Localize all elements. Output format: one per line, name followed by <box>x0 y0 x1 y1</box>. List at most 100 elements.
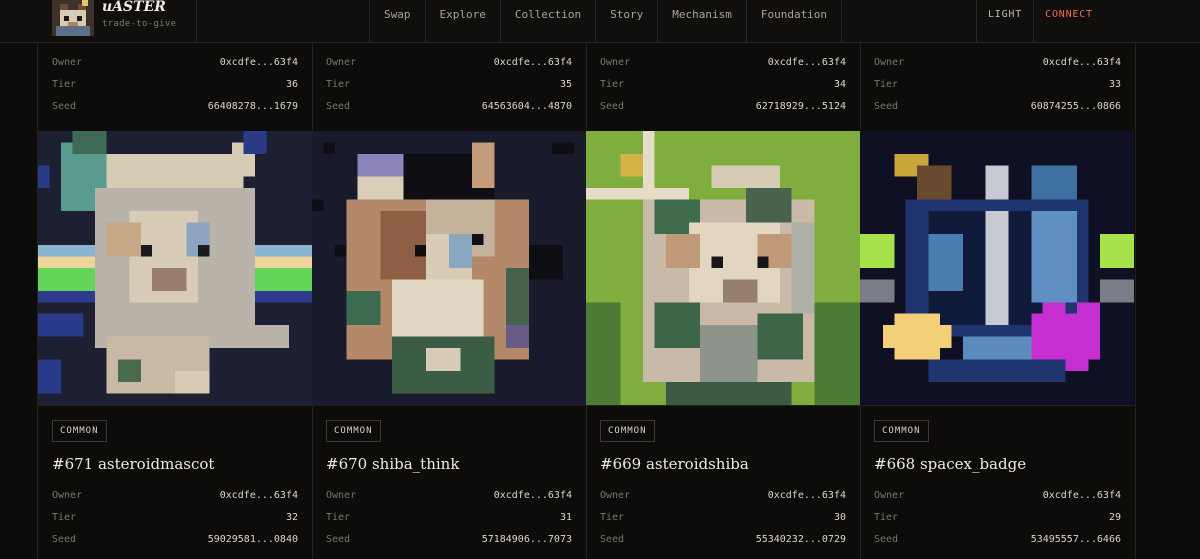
nft-card[interactable]: Owner 0xcdfe...63f4 Tier 36 Seed 66408278..… <box>38 42 313 559</box>
owner-row: Owner 0xcdfe...63f4 <box>52 490 298 506</box>
card-divider <box>38 405 312 406</box>
nav-mechanism[interactable]: Mechanism <box>657 0 746 42</box>
prev-seed-row: Seed 60874255...0866 <box>874 101 1121 117</box>
nft-title[interactable]: #671 asteroidmascot <box>52 455 214 473</box>
owner-label: Owner <box>874 57 905 68</box>
prev-owner-row: Owner 0xcdfe...63f4 <box>600 57 846 73</box>
seed-label: Seed <box>326 534 351 545</box>
seed-value: 55340232...0729 <box>755 534 846 545</box>
brand-tagline: trade-to-give <box>102 19 177 29</box>
tier-value: 32 <box>285 512 298 523</box>
seed-value: 57184906...7073 <box>481 534 572 545</box>
tier-label: Tier <box>52 79 77 90</box>
brand-name: uASTER <box>102 0 166 15</box>
owner-value: 0xcdfe...63f4 <box>493 490 572 501</box>
rarity-badge: COMMON <box>52 420 107 442</box>
prev-tier-row: Tier 34 <box>600 79 846 95</box>
tier-label: Tier <box>874 512 899 523</box>
owner-value: 0xcdfe...63f4 <box>1042 57 1121 68</box>
owner-value: 0xcdfe...63f4 <box>493 57 572 68</box>
nav-explore[interactable]: Explore <box>424 0 500 42</box>
owner-row: Owner 0xcdfe...63f4 <box>874 490 1121 506</box>
tier-value: 33 <box>1108 79 1121 90</box>
seed-label: Seed <box>600 534 625 545</box>
seed-label: Seed <box>874 101 899 112</box>
nav-swap[interactable]: Swap <box>369 0 425 42</box>
seed-row: Seed 59029581...0840 <box>52 534 298 550</box>
seed-label: Seed <box>52 534 77 545</box>
nft-title[interactable]: #670 shiba_think <box>326 455 459 473</box>
nft-artwork-image[interactable] <box>860 131 1134 405</box>
card-divider <box>586 405 860 406</box>
rarity-badge: COMMON <box>326 420 381 442</box>
owner-value: 0xcdfe...63f4 <box>219 490 298 501</box>
seed-value: 64563604...4870 <box>481 101 572 112</box>
owner-row: Owner 0xcdfe...63f4 <box>326 490 572 506</box>
seed-label: Seed <box>874 534 899 545</box>
rarity-badge: COMMON <box>600 420 655 442</box>
prev-tier-row: Tier 36 <box>52 79 298 95</box>
owner-label: Owner <box>600 57 631 68</box>
nft-artwork-image[interactable] <box>586 131 860 405</box>
seed-value: 59029581...0840 <box>207 534 298 545</box>
seed-label: Seed <box>600 101 625 112</box>
owner-value: 0xcdfe...63f4 <box>219 57 298 68</box>
card-divider <box>860 405 1135 406</box>
tier-value: 35 <box>559 79 572 90</box>
prev-owner-row: Owner 0xcdfe...63f4 <box>326 57 572 73</box>
tier-label: Tier <box>326 512 351 523</box>
seed-value: 60874255...0866 <box>1030 101 1121 112</box>
owner-value: 0xcdfe...63f4 <box>1042 490 1121 501</box>
nav-foundation[interactable]: Foundation <box>745 0 843 42</box>
connect-wallet-button[interactable]: CONNECT <box>1034 0 1104 42</box>
owner-value: 0xcdfe...63f4 <box>767 490 846 501</box>
cat-mascot-logo-icon <box>52 0 94 36</box>
nft-artwork-image[interactable] <box>312 131 586 405</box>
nft-card[interactable]: Owner 0xcdfe...63f4 Tier 34 Seed 62718929..… <box>586 42 861 559</box>
tier-value: 36 <box>285 79 298 90</box>
tier-value: 34 <box>833 79 846 90</box>
owner-label: Owner <box>52 57 83 68</box>
seed-row: Seed 57184906...7073 <box>326 534 572 550</box>
prev-owner-row: Owner 0xcdfe...63f4 <box>874 57 1121 73</box>
tier-label: Tier <box>326 79 351 90</box>
tier-row: Tier 32 <box>52 512 298 528</box>
nft-artwork-image[interactable] <box>38 131 312 405</box>
seed-value: 62718929...5124 <box>755 101 846 112</box>
tier-label: Tier <box>874 79 899 90</box>
tier-row: Tier 30 <box>600 512 846 528</box>
rarity-badge: COMMON <box>874 420 929 442</box>
prev-seed-row: Seed 62718929...5124 <box>600 101 846 117</box>
nav-collection[interactable]: Collection <box>499 0 595 42</box>
tier-value: 31 <box>559 512 572 523</box>
tier-value: 30 <box>833 512 846 523</box>
nft-card-grid: Owner 0xcdfe...63f4 Tier 36 Seed 66408278..… <box>37 42 1136 559</box>
seed-value: 66408278...1679 <box>207 101 298 112</box>
prev-seed-row: Seed 64563604...4870 <box>326 101 572 117</box>
tier-label: Tier <box>52 512 77 523</box>
tier-label: Tier <box>600 512 625 523</box>
top-navigation-bar: uASTER trade-to-give Swap Explore Collec… <box>0 0 1200 43</box>
theme-toggle-button[interactable]: LIGHT <box>977 0 1034 42</box>
seed-row: Seed 53495557...6466 <box>874 534 1121 550</box>
prev-tier-row: Tier 33 <box>874 79 1121 95</box>
brand[interactable]: uASTER trade-to-give <box>52 0 197 42</box>
prev-owner-row: Owner 0xcdfe...63f4 <box>52 57 298 73</box>
seed-label: Seed <box>52 101 77 112</box>
header-actions: LIGHT CONNECT <box>976 0 1104 42</box>
owner-value: 0xcdfe...63f4 <box>767 57 846 68</box>
owner-label: Owner <box>326 57 357 68</box>
tier-label: Tier <box>600 79 625 90</box>
seed-row: Seed 55340232...0729 <box>600 534 846 550</box>
owner-row: Owner 0xcdfe...63f4 <box>600 490 846 506</box>
tier-row: Tier 31 <box>326 512 572 528</box>
prev-tier-row: Tier 35 <box>326 79 572 95</box>
tier-value: 29 <box>1108 512 1121 523</box>
card-divider <box>312 405 586 406</box>
nft-title[interactable]: #668 spacex_badge <box>874 455 1026 473</box>
nft-title[interactable]: #669 asteroidshiba <box>600 455 749 473</box>
prev-seed-row: Seed 66408278...1679 <box>52 101 298 117</box>
nft-card[interactable]: Owner 0xcdfe...63f4 Tier 35 Seed 64563604..… <box>312 42 587 559</box>
nav-story[interactable]: Story <box>595 0 657 42</box>
nft-card[interactable]: Owner 0xcdfe...63f4 Tier 33 Seed 60874255..… <box>860 42 1135 559</box>
